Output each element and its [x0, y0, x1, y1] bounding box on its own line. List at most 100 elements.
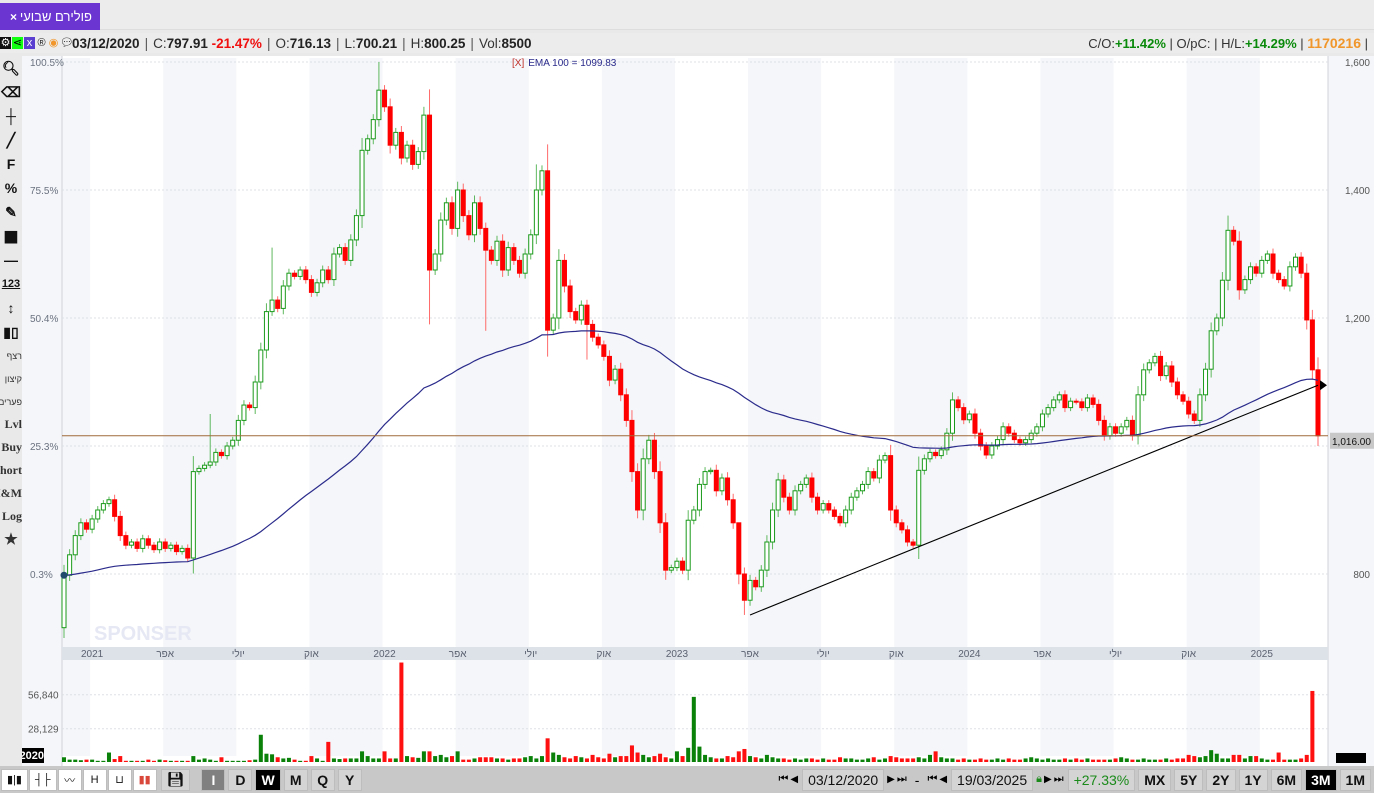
range-2Y[interactable]: 2Y [1206, 768, 1236, 791]
volume-bar [759, 758, 764, 762]
measure-tool[interactable]: 123 [0, 272, 22, 296]
candle-body [207, 461, 213, 466]
fibonacci-tool[interactable]: F [0, 152, 22, 176]
candle-body [539, 170, 545, 191]
candle-body [820, 503, 826, 511]
range-5Y[interactable]: 5Y [1174, 768, 1204, 791]
text-tool-5[interactable]: Short [0, 459, 22, 482]
volume-bar [1130, 759, 1135, 762]
candle-body [955, 399, 961, 409]
candle-body [359, 149, 365, 217]
interval-M[interactable]: M [283, 768, 308, 791]
price-chart[interactable]: 1,600 1,400 1,200 800 100.5% 75.5% 50.4% 25.3% 0… [22, 56, 1374, 766]
range-MX[interactable]: MX [1138, 768, 1172, 791]
range-1Y[interactable]: 1Y [1238, 768, 1268, 791]
candles-icon[interactable]: ▮▯ [0, 320, 22, 344]
last-start-button[interactable]: ⏭ [897, 773, 907, 786]
candle-body [623, 394, 629, 421]
candle [455, 181, 461, 237]
next-start-button[interactable]: ▶ [887, 774, 895, 785]
search-icon[interactable]: 🔍︎ [0, 56, 22, 80]
hline-tool[interactable]: — [0, 248, 22, 272]
vertical-arrow-icon[interactable]: ↕ [0, 296, 22, 320]
text-tool-4[interactable]: Buy [0, 436, 22, 459]
text-tool-3[interactable]: Lvl [0, 413, 22, 436]
to-date-field[interactable]: 19/03/2025 [951, 768, 1034, 791]
first-end-button[interactable]: ⏮ [927, 773, 937, 786]
sponsor-watermark: SPONSER [94, 623, 192, 645]
text-tool-7[interactable]: Log [0, 505, 22, 528]
text-tool-0[interactable]: רצף [0, 344, 22, 367]
volume-bar [1091, 759, 1096, 762]
line-type-button[interactable]: 〰 [57, 768, 82, 791]
text-tool-2[interactable]: פערים [0, 390, 22, 413]
prev-end-button[interactable]: ◀ [939, 774, 947, 785]
volume-bar [230, 760, 235, 762]
hilo-type-button[interactable]: H [82, 768, 107, 791]
ema-remove-button[interactable]: [X] [512, 58, 524, 69]
color-swatch[interactable]: ■ [0, 224, 22, 248]
candle-body [533, 189, 539, 236]
volume-bar [674, 751, 679, 762]
from-date-field[interactable]: 03/12/2020 [802, 768, 885, 791]
bar-type-button[interactable]: ┤├ [28, 768, 57, 791]
volume-bar [961, 758, 966, 762]
candle-body [168, 544, 174, 549]
interval-D[interactable]: D [228, 768, 253, 791]
candle-body [348, 239, 354, 261]
candle-body [640, 458, 646, 511]
first-start-button[interactable]: ⏮ [778, 773, 788, 786]
last-end-button[interactable]: ⏭ [1054, 773, 1064, 786]
interval-W[interactable]: W [255, 768, 281, 791]
candle-body [117, 515, 123, 537]
excel-icon[interactable]: x [24, 37, 35, 49]
time-tick-label: יולי [817, 648, 830, 660]
volume-bar [78, 760, 83, 762]
interval-I[interactable]: I [201, 768, 226, 791]
interval-Y[interactable]: Y [337, 768, 362, 791]
candle-body [1236, 240, 1242, 291]
range-1M[interactable]: 1M [1339, 768, 1371, 791]
target-icon[interactable]: ◉ [48, 37, 59, 49]
candle-body [775, 479, 781, 511]
settings-icon[interactable]: ⚙ [0, 37, 11, 49]
range-6M[interactable]: 6M [1270, 768, 1303, 791]
prev-start-button[interactable]: ◀ [790, 774, 798, 785]
volume-bar [534, 758, 539, 762]
candle [1315, 357, 1321, 446]
volume-bar [1023, 758, 1028, 762]
volume-bar [191, 756, 196, 762]
crosshair-icon[interactable]: ┼ [0, 104, 22, 128]
percent-tick-label: 25.3% [30, 442, 58, 453]
edit-icon[interactable]: ✎ [0, 200, 22, 224]
candle [258, 342, 264, 390]
volume-bar [225, 760, 230, 762]
candle-body [1090, 397, 1096, 405]
share-icon[interactable]: ⋖ [12, 37, 23, 49]
u-type-button[interactable]: ⊔ [107, 768, 132, 791]
lock-icon[interactable]: 🔒︎ [1036, 773, 1042, 786]
interval-Q[interactable]: Q [310, 768, 335, 791]
eraser-icon[interactable]: ⌫ [0, 80, 22, 104]
comment-icon[interactable]: 💬︎ [60, 37, 74, 49]
candle-body [1158, 355, 1164, 377]
percent-tool[interactable]: % [0, 176, 22, 200]
save-button[interactable]: 💾︎ [160, 768, 191, 791]
volume-bar [236, 760, 241, 762]
tab-close-button[interactable]: × [10, 10, 17, 24]
line-tool-icon[interactable]: ╱ [0, 128, 22, 152]
candle [1304, 263, 1310, 330]
registered-icon[interactable]: ® [36, 37, 47, 49]
volume-bar [455, 751, 460, 762]
candlestick-type-button[interactable]: ▮|▮ [1, 768, 28, 791]
text-tool-1[interactable]: קיצון [0, 367, 22, 390]
range-3M[interactable]: 3M [1305, 768, 1337, 791]
candle-body [1011, 432, 1017, 441]
text-tool-8[interactable]: ★ [0, 528, 22, 551]
chart-tab[interactable]: × פולירם שבועי [0, 3, 100, 30]
next-end-button[interactable]: ▶ [1044, 774, 1052, 785]
text-tool-6[interactable]: M&M [0, 482, 22, 505]
volume-bar [815, 759, 820, 762]
volume-bar [163, 760, 168, 762]
color-bars-button[interactable]: ▮▮ [132, 768, 157, 791]
